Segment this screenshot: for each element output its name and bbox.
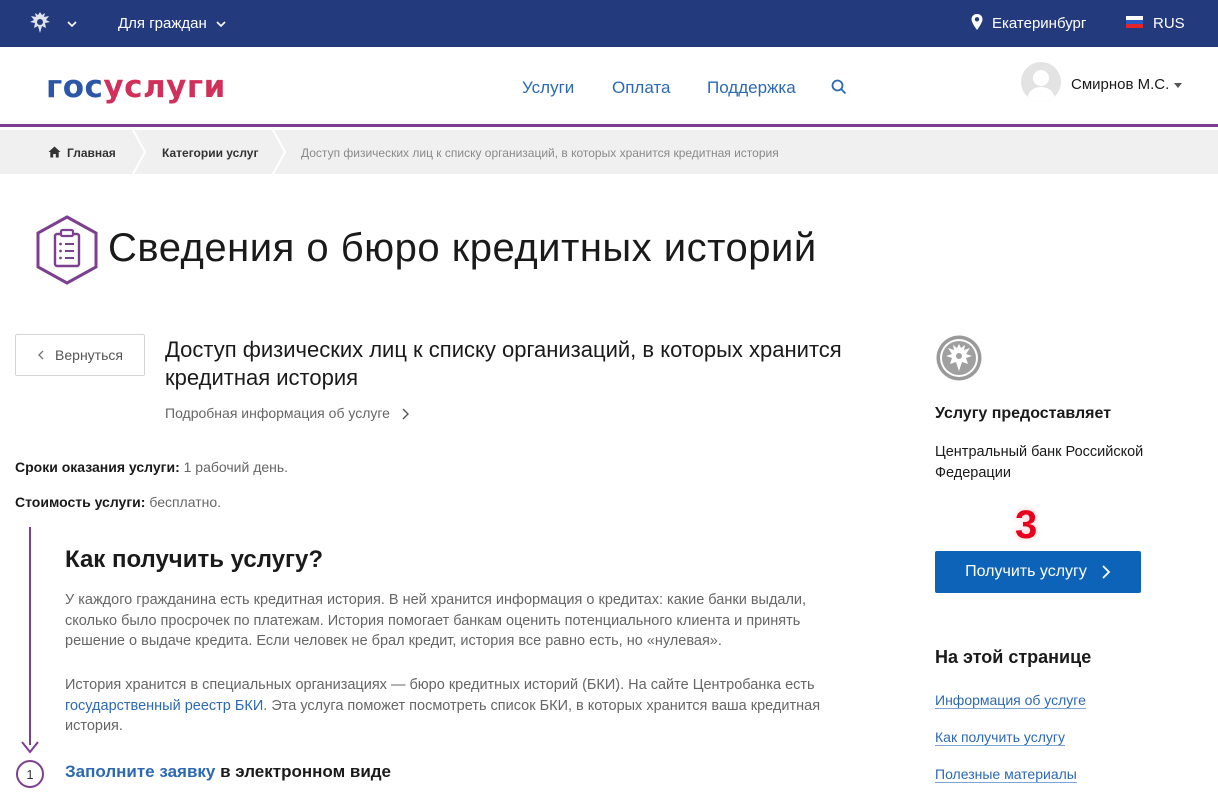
- city-selector[interactable]: Екатеринбург: [992, 15, 1086, 32]
- how-to-get-title: Как получить услугу?: [65, 546, 324, 573]
- logo-part-uslugi: услуги: [103, 69, 226, 105]
- service-term: Сроки оказания услуги: 1 рабочий день.: [15, 459, 288, 475]
- central-bank-emblem-icon: [936, 335, 982, 381]
- service-cost-label: Стоимость услуги:: [15, 494, 146, 510]
- logo-part-gos: гос: [46, 69, 104, 105]
- step-title-rest: в электронном виде: [215, 762, 392, 781]
- back-button-label: Вернуться: [55, 347, 123, 363]
- credit-history-paragraph: У каждого гражданина есть кредитная исто…: [65, 592, 807, 649]
- service-title: Доступ физических лиц к списку организац…: [165, 337, 842, 390]
- bki-text-before: История хранится в специальных организац…: [65, 677, 815, 693]
- step-title: Заполните заявку в электронном виде: [65, 762, 391, 782]
- breadcrumb-separator: [132, 130, 146, 174]
- chevron-left-icon: [38, 350, 44, 360]
- search-icon[interactable]: [831, 79, 847, 95]
- chevron-down-icon[interactable]: [215, 18, 227, 30]
- anchor-service-info[interactable]: Информация об услуге: [935, 692, 1086, 709]
- coat-of-arms-icon[interactable]: [26, 9, 54, 37]
- top-bar: Для граждан Екатеринбург RUS: [0, 0, 1218, 47]
- caret-down-icon[interactable]: [1174, 83, 1182, 88]
- chevron-down-icon[interactable]: [66, 18, 78, 30]
- fill-application-link[interactable]: Заполните заявку: [65, 762, 215, 781]
- service-details-link[interactable]: Подробная информация об услуге: [165, 405, 390, 421]
- nav-payment[interactable]: Оплата: [612, 78, 670, 98]
- chevron-right-icon: [1102, 565, 1111, 579]
- home-icon[interactable]: [48, 146, 61, 158]
- step-annotation-badge: 3: [1015, 503, 1038, 547]
- bki-paragraph: История хранится в специальных организац…: [65, 675, 855, 737]
- timeline-line: [29, 527, 31, 745]
- arrow-down-icon: [21, 741, 39, 754]
- avatar[interactable]: [1021, 62, 1061, 102]
- breadcrumb-current: Доступ физических лиц к списку организац…: [301, 146, 779, 160]
- breadcrumb-separator: [272, 130, 286, 174]
- user-name[interactable]: Смирнов М.С.: [1071, 76, 1169, 93]
- nav-services[interactable]: Услуги: [522, 78, 574, 98]
- site-header: госуслуги Услуги Оплата Поддержка Смирно…: [0, 47, 1218, 127]
- language-selector[interactable]: RUS: [1153, 15, 1185, 32]
- location-pin-icon: [971, 14, 983, 30]
- breadcrumb-categories[interactable]: Категории услуг: [162, 146, 258, 160]
- provider-label: Услугу предоставляет: [935, 405, 1112, 422]
- breadcrumb: Главная Категории услуг Доступ физически…: [0, 130, 1218, 174]
- service-cost: Стоимость услуги: бесплатно.: [15, 494, 221, 510]
- provider-name: Центральный банк Российской Федерации: [935, 444, 1144, 481]
- user-silhouette-icon: [1027, 70, 1055, 102]
- page-title: Сведения о бюро кредитных историй: [108, 226, 817, 270]
- service-term-label: Сроки оказания услуги:: [15, 459, 180, 475]
- audience-selector[interactable]: Для граждан: [118, 15, 207, 32]
- step-number: 1: [16, 760, 44, 788]
- anchor-how-to-get[interactable]: Как получить услугу: [935, 729, 1066, 746]
- service-term-value: 1 рабочий день.: [179, 459, 289, 475]
- gosuslugi-logo[interactable]: госуслуги: [46, 69, 226, 105]
- nav-support[interactable]: Поддержка: [707, 78, 796, 98]
- get-service-button[interactable]: Получить услугу: [935, 551, 1141, 593]
- bki-registry-link[interactable]: государственный реестр БКИ: [65, 698, 263, 714]
- get-service-button-label: Получить услугу: [965, 563, 1087, 580]
- breadcrumb-home[interactable]: Главная: [67, 146, 116, 160]
- chevron-right-icon[interactable]: [400, 407, 410, 421]
- on-this-page-title: На этой странице: [935, 647, 1092, 667]
- service-cost-value: бесплатно.: [145, 494, 222, 510]
- anchor-useful-materials[interactable]: Полезные материалы: [935, 766, 1077, 783]
- russian-flag-icon: [1126, 16, 1143, 28]
- back-button[interactable]: Вернуться: [15, 334, 145, 376]
- clipboard-hexagon-icon: [36, 215, 98, 285]
